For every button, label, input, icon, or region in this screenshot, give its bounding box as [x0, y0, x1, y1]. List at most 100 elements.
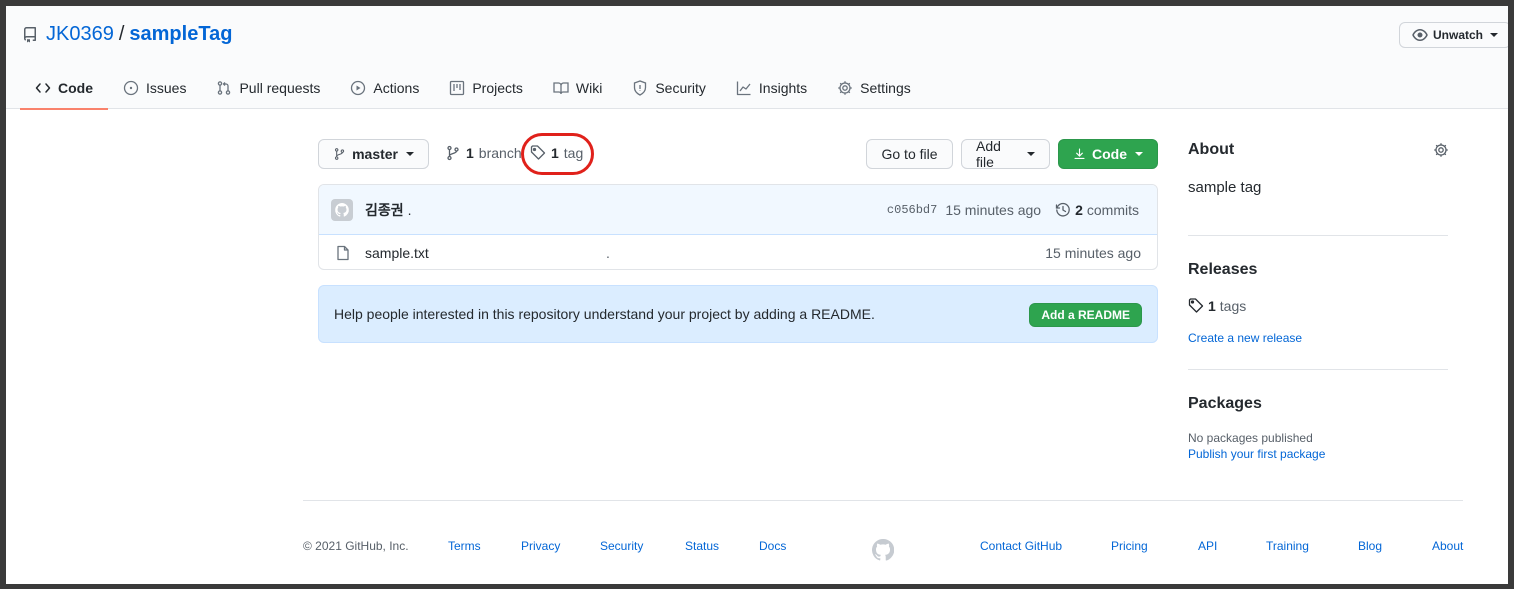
no-packages-text: No packages published [1188, 431, 1313, 445]
tag-icon [1188, 298, 1204, 313]
footer-link-security[interactable]: Security [600, 539, 643, 553]
unwatch-button[interactable]: Unwatch [1399, 22, 1508, 48]
gear-icon[interactable] [1433, 142, 1449, 158]
footer-link-privacy[interactable]: Privacy [521, 539, 560, 553]
play-icon [351, 80, 366, 95]
gear-icon [838, 80, 852, 95]
eye-icon [1412, 29, 1428, 41]
commit-count: 2 [1075, 202, 1083, 218]
go-to-file-button[interactable]: Go to file [866, 139, 953, 169]
download-icon [1074, 148, 1085, 160]
footer-link-training[interactable]: Training [1266, 539, 1309, 553]
commit-label: commits [1086, 202, 1139, 218]
add-readme-button[interactable]: Add a README [1029, 303, 1142, 327]
tab-wiki[interactable]: Wiki [538, 66, 617, 109]
readme-prompt-text: Help people interested in this repositor… [334, 306, 875, 322]
tab-label: Issues [146, 79, 187, 96]
branch-label: branch [478, 145, 522, 161]
file-list: 김종권 . c056bd7 15 minutes ago 2 commits s… [318, 184, 1158, 270]
footer-link-terms[interactable]: Terms [448, 539, 481, 553]
shield-icon [634, 79, 647, 96]
footer-copyright: © 2021 GitHub, Inc. [303, 539, 409, 553]
add-file-button[interactable]: Add file [961, 138, 1050, 170]
publish-package-link[interactable]: Publish your first package [1188, 447, 1325, 461]
create-release-link[interactable]: Create a new release [1188, 331, 1302, 345]
code-icon [35, 82, 51, 93]
github-logo-icon[interactable] [872, 539, 894, 561]
chevron-down-icon [406, 152, 414, 156]
file-name-link[interactable]: sample.txt [365, 245, 429, 261]
latest-commit-row: 김종권 . c056bd7 15 minutes ago 2 commits [319, 185, 1157, 235]
tab-projects[interactable]: Projects [434, 66, 538, 109]
file-commit-message[interactable]: . [606, 245, 610, 261]
unwatch-label: Unwatch [1433, 28, 1484, 42]
tab-label: Security [655, 79, 706, 96]
footer-link-docs[interactable]: Docs [759, 539, 786, 553]
project-icon [450, 80, 465, 95]
tag-highlight-circle [521, 133, 594, 175]
footer-link-blog[interactable]: Blog [1358, 539, 1382, 553]
tab-settings[interactable]: Settings [822, 66, 926, 109]
footer-link-status[interactable]: Status [685, 539, 719, 553]
releases-title[interactable]: Releases [1188, 261, 1257, 279]
commit-sha[interactable]: c056bd7 [887, 203, 937, 217]
avatar[interactable] [331, 198, 353, 221]
packages-title[interactable]: Packages [1188, 395, 1262, 413]
tab-label: Settings [860, 79, 911, 96]
repo-header: JK0369 / sampleTag Unwatch Code Issues P… [6, 6, 1508, 110]
repo-nav-tabs: Code Issues Pull requests Actions Projec… [20, 66, 926, 110]
tab-label: Pull requests [239, 79, 321, 96]
commit-meta: c056bd7 15 minutes ago 2 commits [887, 185, 1139, 235]
tab-label: Code [58, 79, 93, 96]
sidebar-divider [1188, 369, 1448, 370]
add-readme-label: Add a README [1041, 308, 1130, 322]
tab-pull-requests[interactable]: Pull requests [201, 66, 335, 109]
footer-link-api[interactable]: API [1198, 539, 1217, 553]
code-button-label: Code [1092, 146, 1127, 162]
tab-label: Insights [758, 79, 808, 96]
about-title: About [1188, 141, 1235, 158]
footer-divider [303, 500, 1463, 501]
repo-name-link[interactable]: sampleTag [129, 23, 232, 46]
tab-issues[interactable]: Issues [108, 66, 201, 109]
tab-insights[interactable]: Insights [721, 66, 822, 109]
branch-select-label: master [352, 146, 398, 162]
file-icon [337, 245, 349, 261]
branch-select-button[interactable]: master [318, 139, 429, 169]
history-icon [1055, 202, 1070, 217]
code-download-button[interactable]: Code [1058, 139, 1158, 169]
footer-link-contact[interactable]: Contact GitHub [980, 539, 1062, 553]
repo-title: JK0369 / sampleTag [22, 23, 232, 46]
tab-code[interactable]: Code [20, 66, 108, 110]
about-description: sample tag [1188, 179, 1262, 196]
book-icon [553, 81, 569, 94]
commit-message[interactable]: . [408, 202, 412, 218]
release-tags-link[interactable]: 1 tags [1188, 298, 1246, 314]
footer-link-about[interactable]: About [1432, 539, 1463, 553]
branch-icon [334, 148, 345, 160]
commits-link[interactable]: 2 commits [1055, 202, 1139, 218]
readme-prompt: Help people interested in this repositor… [318, 285, 1158, 343]
repo-owner-link[interactable]: JK0369 [46, 23, 114, 46]
branches-link[interactable]: 1 branch [445, 145, 522, 161]
go-to-file-label: Go to file [881, 146, 938, 162]
sidebar-divider [1188, 235, 1448, 236]
browser-page: JK0369 / sampleTag Unwatch Code Issues P… [6, 6, 1508, 584]
footer-link-pricing[interactable]: Pricing [1111, 539, 1148, 553]
tab-actions[interactable]: Actions [335, 66, 434, 109]
tab-security[interactable]: Security [617, 66, 721, 109]
tab-label: Wiki [575, 79, 603, 96]
graph-icon [736, 81, 751, 95]
repo-icon [24, 26, 36, 42]
chevron-down-icon [1027, 152, 1035, 156]
add-file-label: Add file [976, 138, 1001, 170]
file-row[interactable]: sample.txt . 15 minutes ago [319, 235, 1157, 269]
branch-count: 1 [466, 145, 474, 161]
commit-author[interactable]: 김종권 [365, 200, 404, 220]
commit-age: 15 minutes ago [945, 202, 1042, 218]
pull-request-icon [218, 80, 231, 95]
release-tags-count: 1 [1208, 298, 1216, 314]
repo-separator: / [118, 23, 125, 45]
issue-icon [123, 80, 139, 95]
github-avatar-icon [335, 202, 349, 217]
